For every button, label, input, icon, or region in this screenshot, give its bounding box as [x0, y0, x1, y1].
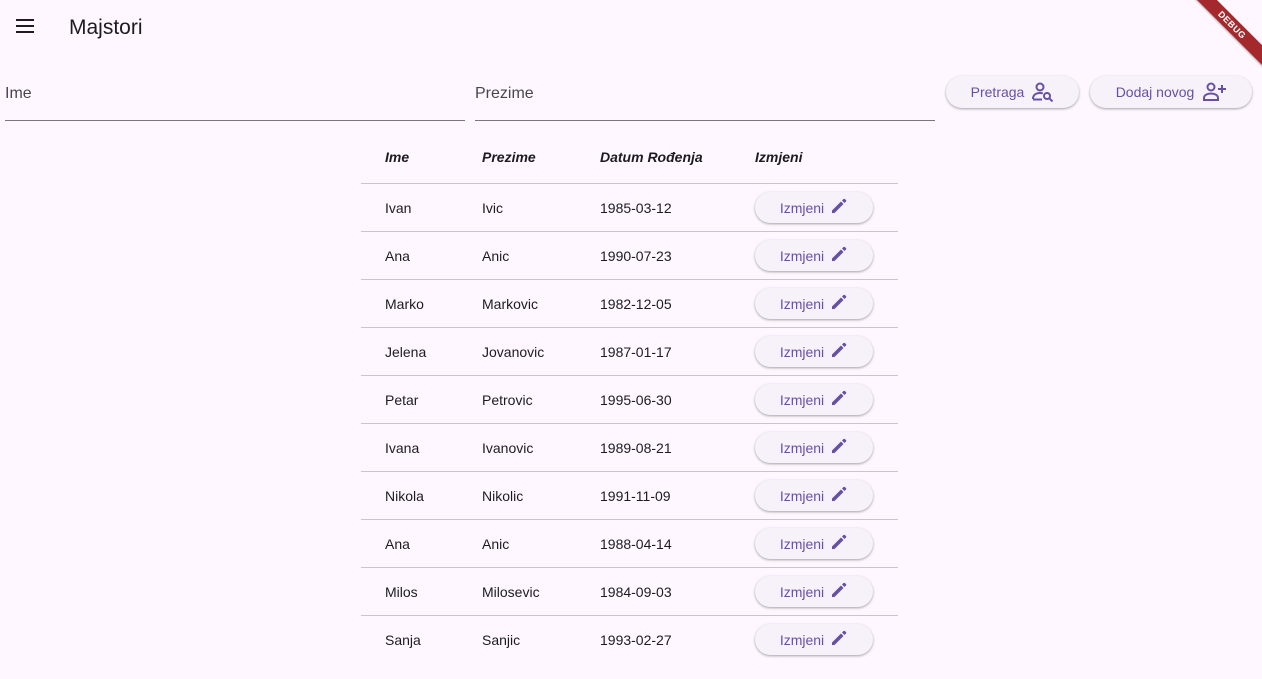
table-row: Jelena Jovanovic 1987-01-17 Izmjeni: [361, 328, 898, 376]
table-row: Marko Markovic 1982-12-05 Izmjeni: [361, 280, 898, 328]
cell-birth-date: 1991-11-09: [600, 488, 671, 504]
cell-first-name: Milos: [385, 584, 418, 600]
cell-last-name: Milosevic: [482, 584, 540, 600]
cell-first-name: Petar: [385, 392, 419, 408]
add-new-button[interactable]: Dodaj novog: [1090, 76, 1252, 108]
edit-button[interactable]: Izmjeni: [755, 624, 873, 655]
table-row: Ivan Ivic 1985-03-12 Izmjeni: [361, 184, 898, 232]
cell-birth-date: 1988-04-14: [600, 536, 672, 552]
pencil-icon: [830, 485, 848, 506]
edit-button[interactable]: Izmjeni: [755, 576, 873, 607]
edit-button-label: Izmjeni: [779, 199, 825, 216]
page-title: Majstori: [69, 16, 143, 39]
pencil-icon: [830, 245, 848, 266]
edit-button-label: Izmjeni: [779, 439, 825, 456]
cell-last-name: Anic: [482, 536, 510, 552]
pencil-icon: [830, 629, 848, 650]
edit-button[interactable]: Izmjeni: [755, 192, 873, 223]
edit-button-label: Izmjeni: [779, 535, 825, 552]
pencil-icon: [830, 437, 848, 458]
pencil-icon: [830, 581, 848, 602]
menu-icon: [15, 18, 35, 38]
header-first-name: Ime: [385, 149, 410, 165]
cell-birth-date: 1990-07-23: [600, 248, 672, 264]
cell-last-name: Anic: [482, 248, 510, 264]
cell-last-name: Petrovic: [482, 392, 533, 408]
cell-last-name: Ivanovic: [482, 440, 534, 456]
edit-button-label: Izmjeni: [779, 247, 825, 264]
cell-birth-date: 1995-06-30: [600, 392, 672, 408]
cell-birth-date: 1982-12-05: [600, 296, 672, 312]
first-name-input[interactable]: [5, 71, 465, 117]
cell-birth-date: 1987-01-17: [600, 344, 672, 360]
header-edit: Izmjeni: [755, 149, 803, 165]
craftsmen-table: Ime Prezime Datum Rođenja Izmjeni Ivan I…: [361, 132, 898, 663]
edit-button[interactable]: Izmjeni: [755, 336, 873, 367]
app-bar: Majstori: [0, 0, 1262, 56]
search-button[interactable]: Pretraga: [946, 76, 1079, 108]
person-add-icon: [1202, 82, 1227, 102]
edit-button-label: Izmjeni: [779, 343, 825, 360]
pencil-icon: [830, 389, 848, 410]
edit-button-label: Izmjeni: [779, 391, 825, 408]
table-row: Ana Anic 1988-04-14 Izmjeni: [361, 520, 898, 568]
table-row: Petar Petrovic 1995-06-30 Izmjeni: [361, 376, 898, 424]
cell-last-name: Sanjic: [482, 632, 521, 648]
pencil-icon: [830, 533, 848, 554]
cell-birth-date: 1989-08-21: [600, 440, 672, 456]
cell-last-name: Nikolic: [482, 488, 524, 504]
cell-first-name: Ana: [385, 536, 410, 552]
cell-first-name: Nikola: [385, 488, 424, 504]
cell-birth-date: 1993-02-27: [600, 632, 672, 648]
last-name-field[interactable]: [475, 71, 935, 121]
table-header: Ime Prezime Datum Rođenja Izmjeni: [361, 132, 898, 184]
first-name-field[interactable]: [5, 71, 465, 121]
cell-first-name: Jelena: [385, 344, 427, 360]
edit-button[interactable]: Izmjeni: [755, 384, 873, 415]
cell-first-name: Marko: [385, 296, 424, 312]
cell-last-name: Markovic: [482, 296, 539, 312]
cell-first-name: Ivana: [385, 440, 420, 456]
edit-button[interactable]: Izmjeni: [755, 480, 873, 511]
edit-button[interactable]: Izmjeni: [755, 528, 873, 559]
add-new-button-label: Dodaj novog: [1115, 84, 1195, 100]
pencil-icon: [830, 341, 848, 362]
table-row: Ana Anic 1990-07-23 Izmjeni: [361, 232, 898, 280]
edit-button-label: Izmjeni: [779, 487, 825, 504]
cell-birth-date: 1985-03-12: [600, 200, 672, 216]
table-row: Ivana Ivanovic 1989-08-21 Izmjeni: [361, 424, 898, 472]
table-body: Ivan Ivic 1985-03-12 Izmjeni Ana Anic 19…: [361, 184, 898, 663]
cell-last-name: Jovanovic: [482, 344, 545, 360]
header-last-name: Prezime: [482, 149, 536, 165]
cell-first-name: Ivan: [385, 200, 412, 216]
edit-button-label: Izmjeni: [779, 583, 825, 600]
pencil-icon: [830, 293, 848, 314]
edit-button[interactable]: Izmjeni: [755, 288, 873, 319]
person-search-icon: [1032, 82, 1054, 102]
table-row: Sanja Sanjic 1993-02-27 Izmjeni: [361, 616, 898, 663]
cell-first-name: Ana: [385, 248, 410, 264]
cell-birth-date: 1984-09-03: [600, 584, 672, 600]
cell-first-name: Sanja: [385, 632, 421, 648]
search-button-label: Pretraga: [970, 84, 1025, 100]
menu-button[interactable]: [5, 8, 45, 48]
cell-last-name: Ivic: [482, 200, 503, 216]
table-row: Milos Milosevic 1984-09-03 Izmjeni: [361, 568, 898, 616]
last-name-input[interactable]: [475, 71, 935, 117]
edit-button[interactable]: Izmjeni: [755, 240, 873, 271]
edit-button-label: Izmjeni: [779, 631, 825, 648]
table-row: Nikola Nikolic 1991-11-09 Izmjeni: [361, 472, 898, 520]
edit-button[interactable]: Izmjeni: [755, 432, 873, 463]
header-birth-date: Datum Rođenja: [600, 149, 703, 165]
edit-button-label: Izmjeni: [779, 295, 825, 312]
pencil-icon: [830, 197, 848, 218]
